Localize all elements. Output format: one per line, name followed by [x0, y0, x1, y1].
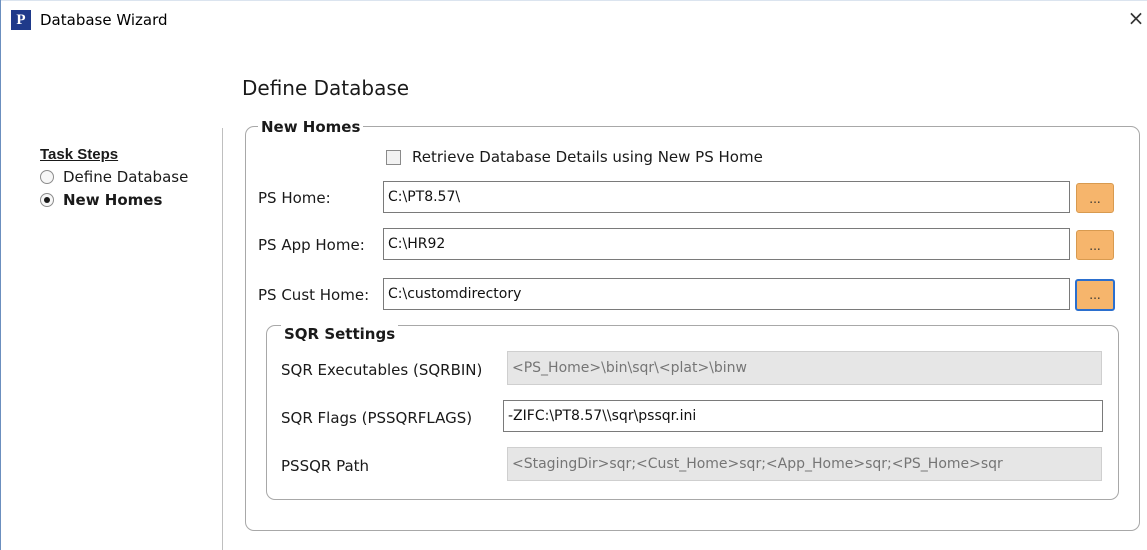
ps-app-home-label: PS App Home:	[258, 236, 365, 254]
sqr-flags-label: SQR Flags (PSSQRFLAGS)	[281, 409, 473, 427]
pssqr-path-label: PSSQR Path	[281, 457, 370, 475]
retrieve-details-row: Retrieve Database Details using New PS H…	[386, 148, 763, 166]
task-step-label: New Homes	[63, 191, 163, 209]
sqr-executables-label: SQR Executables (SQRBIN)	[281, 361, 483, 379]
sqr-executables-input[interactable]	[507, 351, 1102, 385]
window-left-border	[0, 0, 1, 550]
database-wizard-window: P Database Wizard × Define Database Task…	[0, 0, 1147, 550]
peoplesoft-p-icon: P	[11, 10, 31, 30]
sqr-flags-input[interactable]	[503, 400, 1103, 432]
task-steps-heading: Task Steps	[40, 146, 119, 163]
retrieve-details-label: Retrieve Database Details using New PS H…	[412, 148, 763, 166]
radio-selected-icon[interactable]	[40, 193, 54, 207]
sqr-settings-legend: SQR Settings	[281, 325, 399, 343]
task-step-define-database[interactable]: Define Database	[40, 168, 188, 186]
ps-app-home-browse-button[interactable]: ...	[1076, 230, 1114, 260]
ps-home-input[interactable]	[383, 181, 1070, 213]
ps-app-home-input[interactable]	[383, 228, 1070, 260]
retrieve-details-checkbox[interactable]	[386, 149, 401, 165]
window-title: Database Wizard	[40, 11, 168, 29]
radio-unselected-icon[interactable]	[40, 170, 54, 184]
title-bar: P Database Wizard ×	[0, 0, 1147, 36]
ps-home-label: PS Home:	[258, 189, 331, 207]
task-step-label: Define Database	[63, 168, 189, 186]
ps-cust-home-browse-button[interactable]: ...	[1075, 279, 1115, 311]
new-homes-legend: New Homes	[258, 118, 364, 136]
close-icon[interactable]: ×	[1125, 6, 1147, 30]
ps-cust-home-label: PS Cust Home:	[258, 286, 370, 304]
ps-cust-home-input[interactable]	[383, 278, 1070, 310]
sidebar-divider	[222, 128, 223, 550]
pssqr-path-input[interactable]	[507, 447, 1102, 481]
ps-home-browse-button[interactable]: ...	[1076, 183, 1114, 213]
page-title: Define Database	[242, 76, 410, 100]
task-step-new-homes[interactable]: New Homes	[40, 191, 162, 209]
